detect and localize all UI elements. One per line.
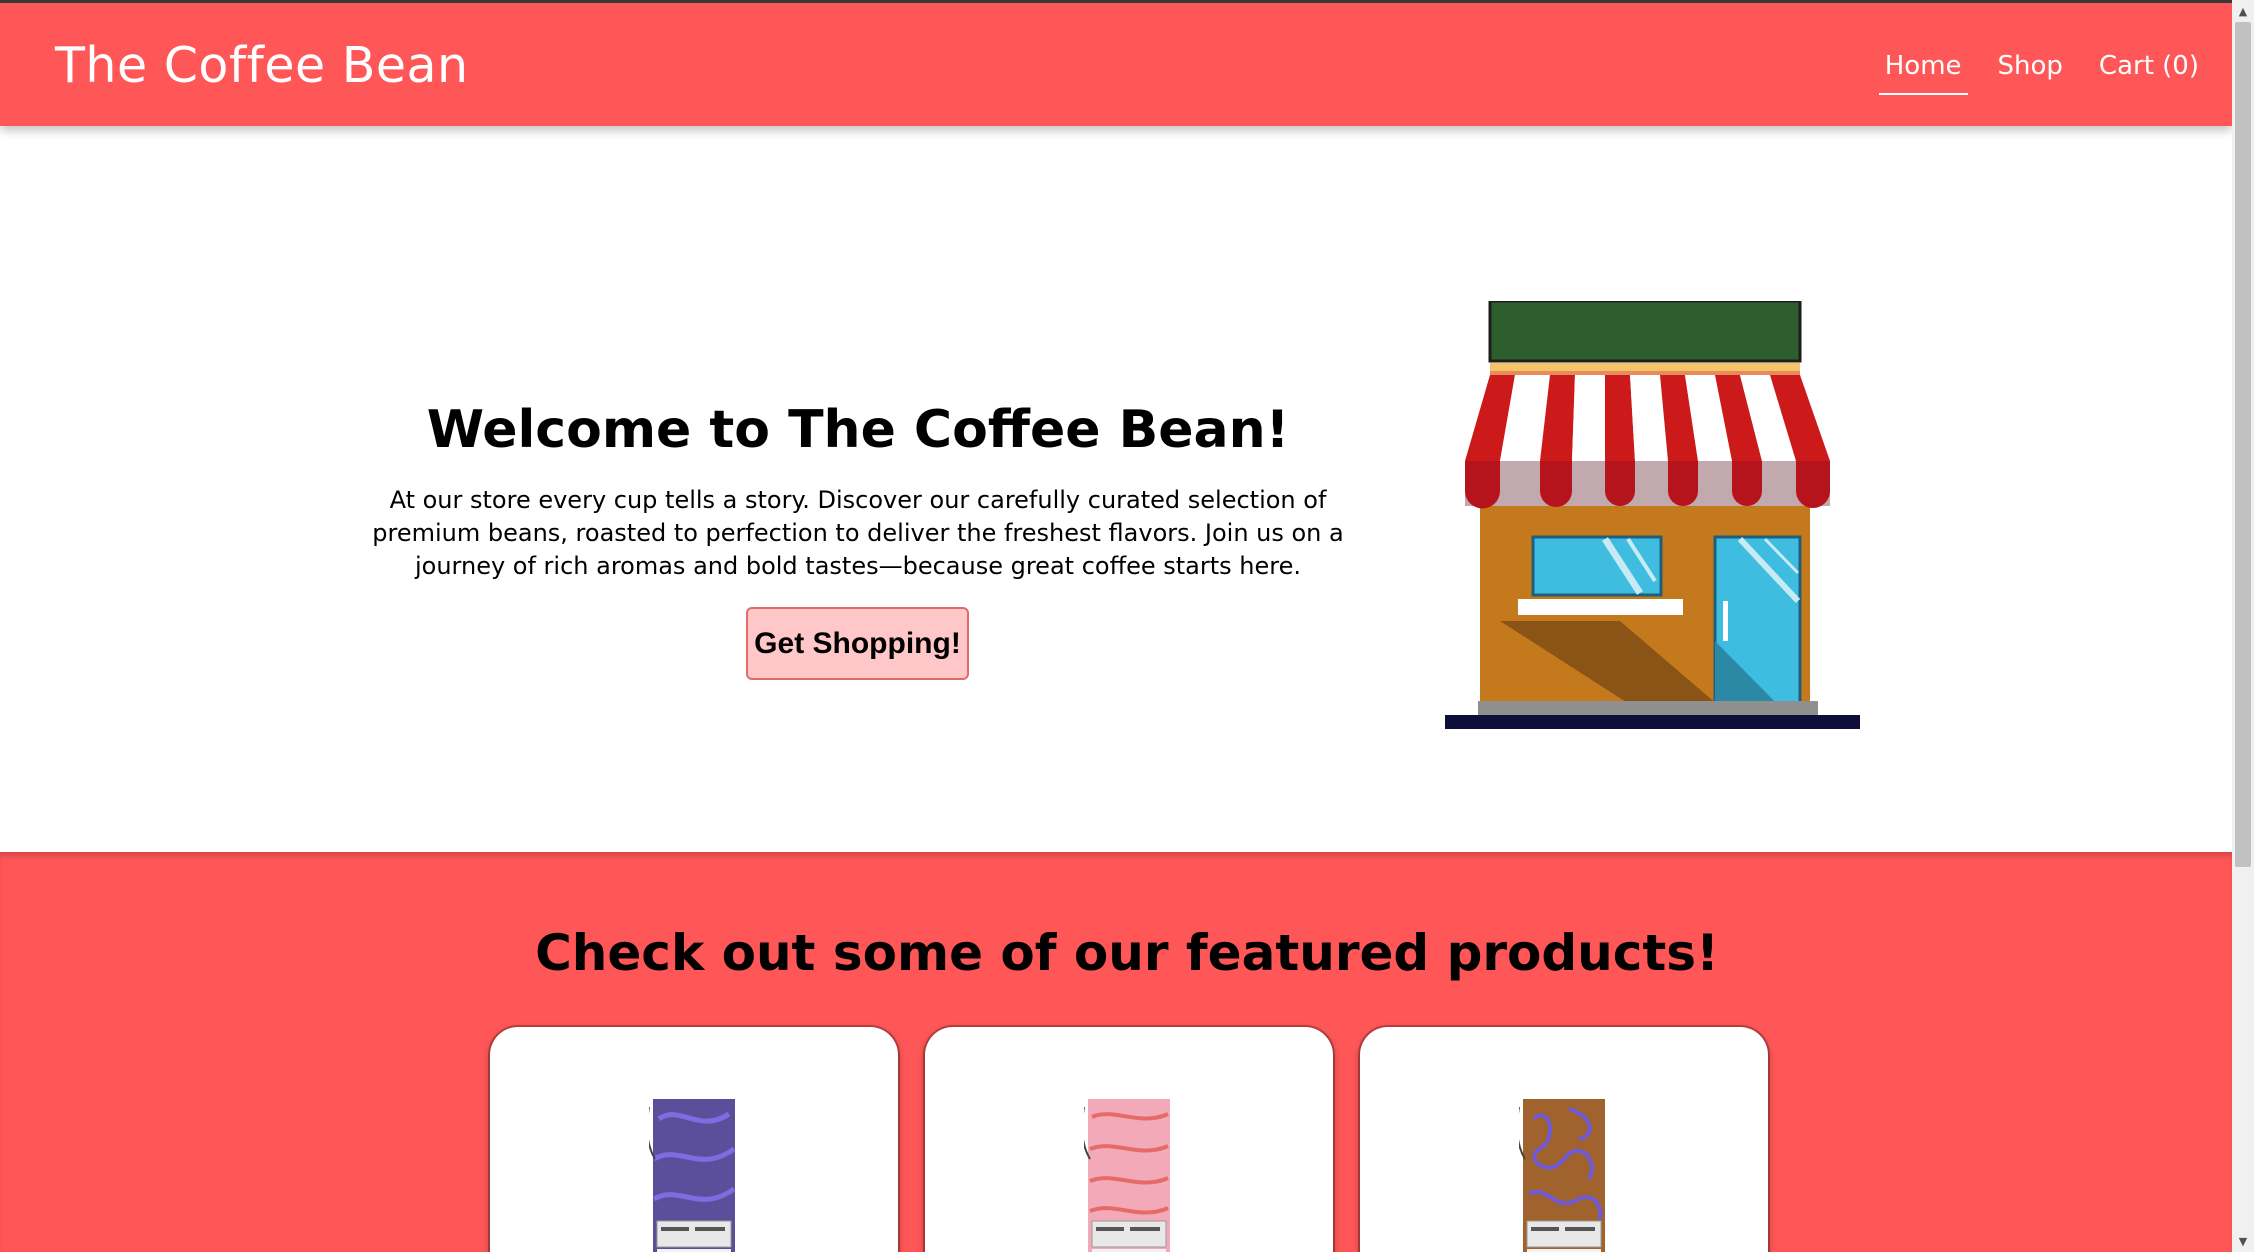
- page-viewport: The Coffee Bean Home Shop Cart (0) Welco…: [0, 0, 2232, 1252]
- product-card[interactable]: [925, 1027, 1333, 1252]
- hero-section: Welcome to The Coffee Bean! At our store…: [0, 126, 2232, 852]
- storefront-illustration: [1445, 301, 1860, 729]
- product-card[interactable]: [490, 1027, 898, 1252]
- product-card[interactable]: [1360, 1027, 1768, 1252]
- coffee-bag-image: [1519, 1099, 1605, 1252]
- featured-title: Check out some of our featured products!: [535, 924, 1719, 982]
- coffee-bag-image: [649, 1099, 736, 1252]
- scroll-down-arrow-icon[interactable]: ▼: [2232, 1230, 2254, 1252]
- get-shopping-button[interactable]: Get Shopping!: [746, 607, 969, 680]
- vertical-scrollbar[interactable]: ▲ ▼: [2232, 0, 2254, 1252]
- hero-description: At our store every cup tells a story. Di…: [372, 486, 1344, 580]
- nav-cart-link[interactable]: Cart (0): [2093, 51, 2205, 81]
- main-nav: Home Shop Cart (0): [1855, 51, 2205, 95]
- nav-shop-link[interactable]: Shop: [1992, 51, 2069, 81]
- nav-home-link[interactable]: Home: [1878, 51, 1968, 95]
- hero-title: Welcome to The Coffee Bean!: [426, 400, 1290, 460]
- brand-logo[interactable]: The Coffee Bean: [55, 37, 469, 94]
- scroll-up-arrow-icon[interactable]: ▲: [2232, 0, 2254, 22]
- site-header: The Coffee Bean Home Shop Cart (0): [0, 3, 2232, 126]
- coffee-bag-image: [1084, 1099, 1170, 1252]
- featured-products-section: Check out some of our featured products!: [0, 852, 2232, 1252]
- scrollbar-thumb[interactable]: [2235, 22, 2251, 867]
